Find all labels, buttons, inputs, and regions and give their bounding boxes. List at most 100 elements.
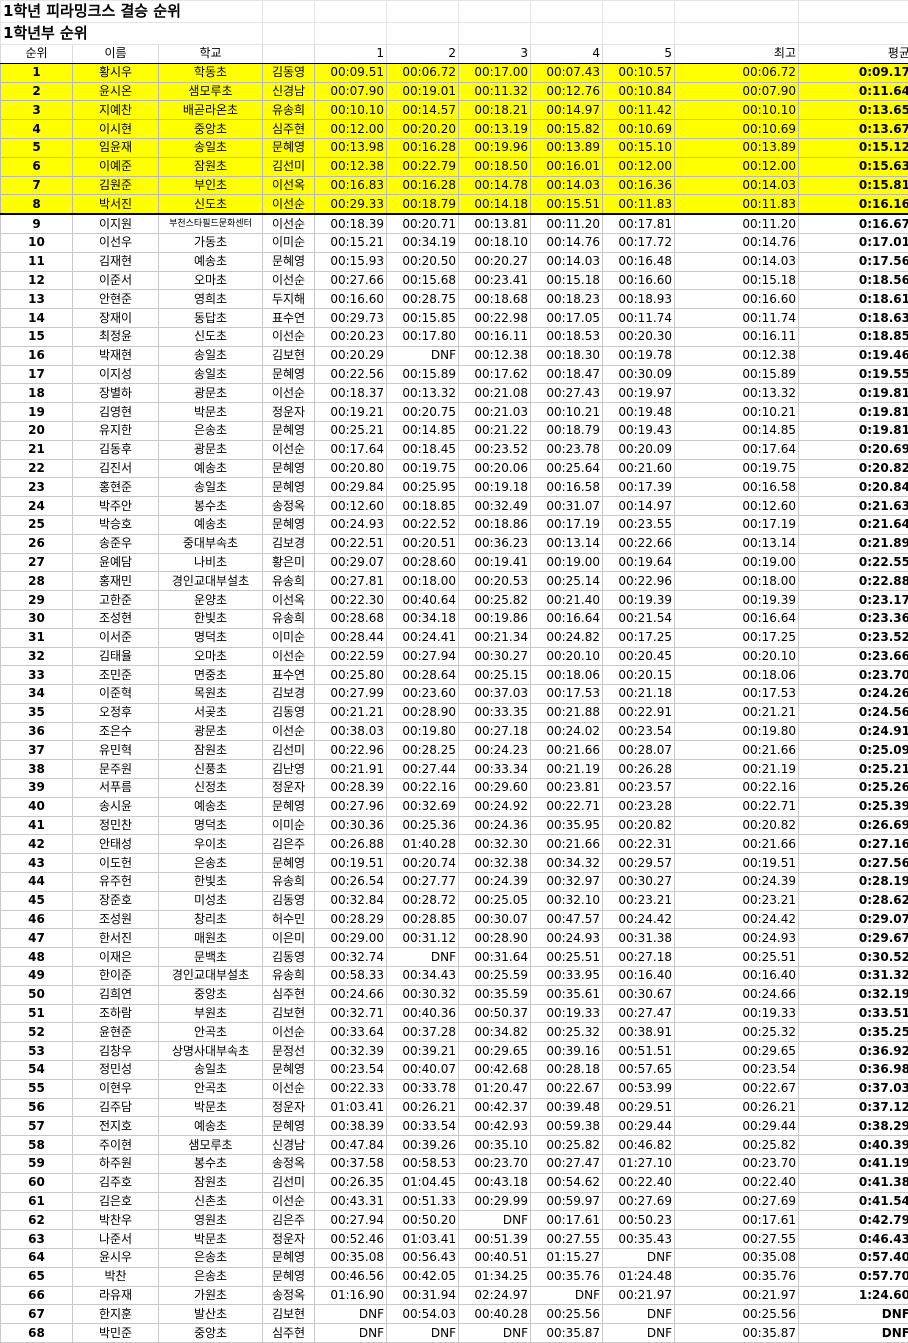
best-cell[interactable]: 00:27.69 xyxy=(675,1192,799,1211)
school-cell[interactable]: 영희초 xyxy=(159,290,263,309)
attempt-4-cell[interactable]: 00:16.64 xyxy=(531,609,603,628)
teacher-cell[interactable]: 김은주 xyxy=(263,835,315,854)
rank-cell[interactable]: 25 xyxy=(1,515,73,534)
attempt-4-cell[interactable]: 00:07.43 xyxy=(531,63,603,82)
empty-cell[interactable] xyxy=(603,23,675,45)
attempt-3-cell[interactable]: 00:29.65 xyxy=(459,1042,531,1061)
school-cell[interactable]: 은송초 xyxy=(159,854,263,873)
attempt-3-cell[interactable]: 00:36.23 xyxy=(459,534,531,553)
rank-cell[interactable]: 8 xyxy=(1,195,73,214)
best-cell[interactable]: 00:24.42 xyxy=(675,910,799,929)
teacher-cell[interactable]: 이선순 xyxy=(263,384,315,403)
best-cell[interactable]: 00:16.64 xyxy=(675,609,799,628)
attempt-5-cell[interactable]: 00:20.45 xyxy=(603,647,675,666)
attempt-1-cell[interactable]: 00:32.74 xyxy=(315,948,387,967)
name-cell[interactable]: 유주헌 xyxy=(73,873,159,892)
attempt-3-cell[interactable]: 00:13.81 xyxy=(459,214,531,233)
school-cell[interactable]: 예송초 xyxy=(159,797,263,816)
attempt-1-cell[interactable]: 00:43.31 xyxy=(315,1192,387,1211)
school-cell[interactable]: 경인교대부설초 xyxy=(159,572,263,591)
teacher-cell[interactable]: 문혜영 xyxy=(263,1117,315,1136)
best-cell[interactable]: 00:24.93 xyxy=(675,929,799,948)
attempt-1-cell[interactable]: 00:52.46 xyxy=(315,1230,387,1249)
attempt-2-cell[interactable]: 00:16.28 xyxy=(387,176,459,195)
teacher-cell[interactable]: 문혜영 xyxy=(263,459,315,478)
rank-cell[interactable]: 7 xyxy=(1,176,73,195)
teacher-cell[interactable]: 신경남 xyxy=(263,82,315,101)
attempt-2-cell[interactable]: 00:34.19 xyxy=(387,233,459,252)
teacher-cell[interactable]: 문혜영 xyxy=(263,1267,315,1286)
average-cell[interactable]: 0:31.32 xyxy=(799,967,908,986)
rank-cell[interactable]: 43 xyxy=(1,854,73,873)
name-cell[interactable]: 유민혁 xyxy=(73,741,159,760)
teacher-cell[interactable]: 유송희 xyxy=(263,101,315,120)
attempt-3-cell[interactable]: 01:34.25 xyxy=(459,1267,531,1286)
school-cell[interactable]: 안곡초 xyxy=(159,1079,263,1098)
attempt-1-cell[interactable]: 00:28.39 xyxy=(315,779,387,798)
teacher-cell[interactable]: 이선순 xyxy=(263,195,315,214)
attempt-1-cell[interactable]: 00:12.38 xyxy=(315,157,387,176)
attempt-3-cell[interactable]: 00:29.60 xyxy=(459,779,531,798)
name-cell[interactable]: 박민준 xyxy=(73,1324,159,1343)
best-cell[interactable]: 00:19.39 xyxy=(675,591,799,610)
name-cell[interactable]: 주이현 xyxy=(73,1136,159,1155)
rank-cell[interactable]: 13 xyxy=(1,290,73,309)
teacher-cell[interactable]: 유송희 xyxy=(263,572,315,591)
name-cell[interactable]: 조성원 xyxy=(73,910,159,929)
attempt-2-cell[interactable]: 00:33.54 xyxy=(387,1117,459,1136)
rank-cell[interactable]: 11 xyxy=(1,252,73,271)
school-cell[interactable]: 가동초 xyxy=(159,233,263,252)
average-cell[interactable]: 0:25.39 xyxy=(799,797,908,816)
school-cell[interactable]: 경인교대부설초 xyxy=(159,967,263,986)
best-cell[interactable]: 00:19.75 xyxy=(675,459,799,478)
average-cell[interactable]: 0:29.07 xyxy=(799,910,908,929)
attempt-2-cell[interactable]: 00:28.75 xyxy=(387,290,459,309)
attempt-3-cell[interactable]: 00:19.18 xyxy=(459,478,531,497)
attempt-2-cell[interactable]: 00:20.75 xyxy=(387,403,459,422)
attempt-5-cell[interactable]: 00:30.09 xyxy=(603,365,675,384)
attempt-1-cell[interactable]: 00:09.51 xyxy=(315,63,387,82)
attempt-1-cell[interactable]: 00:26.88 xyxy=(315,835,387,854)
attempt-2-cell[interactable]: 00:39.26 xyxy=(387,1136,459,1155)
attempt-4-cell[interactable]: 00:35.76 xyxy=(531,1267,603,1286)
rank-cell[interactable]: 17 xyxy=(1,365,73,384)
attempt-5-cell[interactable]: 00:19.78 xyxy=(603,346,675,365)
attempt-4-cell[interactable]: 00:27.47 xyxy=(531,1155,603,1174)
empty-cell[interactable] xyxy=(315,23,387,45)
attempt-4-cell[interactable]: 00:32.10 xyxy=(531,891,603,910)
attempt-3-cell[interactable]: 00:16.11 xyxy=(459,327,531,346)
attempt-4-cell[interactable]: 00:15.82 xyxy=(531,120,603,139)
attempt-5-cell[interactable]: 00:35.43 xyxy=(603,1230,675,1249)
attempt-5-cell[interactable]: 00:17.25 xyxy=(603,628,675,647)
attempt-2-cell[interactable]: 00:27.94 xyxy=(387,647,459,666)
best-cell[interactable]: 00:17.25 xyxy=(675,628,799,647)
header-average[interactable]: 평균 xyxy=(799,45,908,64)
attempt-5-cell[interactable]: 00:23.28 xyxy=(603,797,675,816)
attempt-2-cell[interactable]: 00:15.89 xyxy=(387,365,459,384)
school-cell[interactable]: 매원초 xyxy=(159,929,263,948)
school-cell[interactable]: 송일초 xyxy=(159,1061,263,1080)
header-teacher[interactable] xyxy=(263,45,315,64)
average-cell[interactable]: 0:19.46 xyxy=(799,346,908,365)
average-cell[interactable]: 0:38.29 xyxy=(799,1117,908,1136)
teacher-cell[interactable]: 김보경 xyxy=(263,685,315,704)
attempt-5-cell[interactable]: 00:27.18 xyxy=(603,948,675,967)
attempt-4-cell[interactable]: 00:13.89 xyxy=(531,138,603,157)
teacher-cell[interactable]: 문혜영 xyxy=(263,365,315,384)
teacher-cell[interactable]: 표수연 xyxy=(263,309,315,328)
school-cell[interactable]: 박문초 xyxy=(159,403,263,422)
name-cell[interactable]: 김희연 xyxy=(73,985,159,1004)
attempt-1-cell[interactable]: 00:24.66 xyxy=(315,985,387,1004)
name-cell[interactable]: 조은수 xyxy=(73,722,159,741)
attempt-2-cell[interactable]: 01:40.28 xyxy=(387,835,459,854)
attempt-4-cell[interactable]: 00:12.76 xyxy=(531,82,603,101)
attempt-3-cell[interactable]: 00:33.34 xyxy=(459,760,531,779)
rank-cell[interactable]: 27 xyxy=(1,553,73,572)
school-cell[interactable]: 문백초 xyxy=(159,948,263,967)
attempt-1-cell[interactable]: 00:15.21 xyxy=(315,233,387,252)
rank-cell[interactable]: 59 xyxy=(1,1155,73,1174)
attempt-4-cell[interactable]: 00:19.33 xyxy=(531,1004,603,1023)
teacher-cell[interactable]: 이선순 xyxy=(263,214,315,233)
name-cell[interactable]: 이서준 xyxy=(73,628,159,647)
school-cell[interactable]: 발산초 xyxy=(159,1305,263,1324)
